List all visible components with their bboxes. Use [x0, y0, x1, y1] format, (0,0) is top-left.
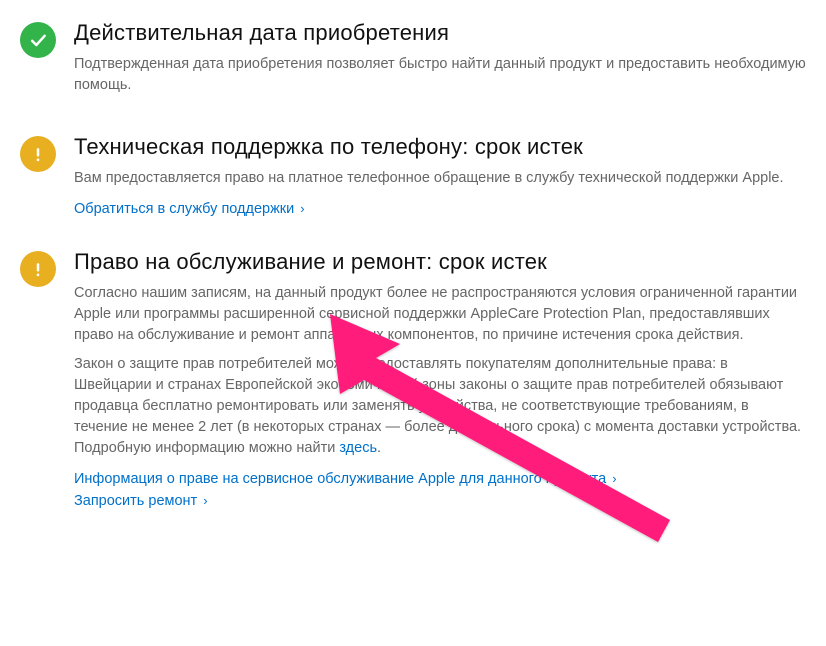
coverage-content: Действительная дата приобретения Подтвер… [74, 20, 806, 104]
checkmark-icon [20, 22, 56, 58]
contact-support-link[interactable]: Обратиться в службу поддержки › [74, 201, 305, 217]
exclamation-icon [20, 251, 56, 287]
coverage-item-phone-support: Техническая поддержка по телефону: срок … [20, 134, 806, 219]
link-text: Информация о праве на сервисное обслужив… [74, 471, 606, 487]
coverage-content: Право на обслуживание и ремонт: срок ист… [74, 249, 806, 511]
coverage-desc-1: Согласно нашим записям, на данный продук… [74, 283, 806, 346]
coverage-desc: Подтвержденная дата приобретения позволя… [74, 54, 806, 96]
coverage-title: Право на обслуживание и ремонт: срок ист… [74, 249, 806, 275]
coverage-desc: Вам предоставляется право на платное тел… [74, 168, 806, 189]
coverage-title: Действительная дата приобретения [74, 20, 806, 46]
coverage-desc-2: Закон о защите прав потребителей может п… [74, 354, 806, 459]
coverage-content: Техническая поддержка по телефону: срок … [74, 134, 806, 219]
chevron-right-icon: › [203, 493, 207, 508]
coverage-info-link[interactable]: Информация о праве на сервисное обслужив… [74, 471, 617, 487]
request-repair-link[interactable]: Запросить ремонт › [74, 493, 208, 509]
chevron-right-icon: › [300, 201, 304, 216]
link-text: Запросить ремонт [74, 493, 197, 509]
coverage-item-service-repair: Право на обслуживание и ремонт: срок ист… [20, 249, 806, 511]
chevron-right-icon: › [612, 471, 616, 486]
link-text: Обратиться в службу поддержки [74, 201, 294, 217]
coverage-item-purchase-date: Действительная дата приобретения Подтвер… [20, 20, 806, 104]
here-link[interactable]: здесь [339, 440, 377, 456]
coverage-title: Техническая поддержка по телефону: срок … [74, 134, 806, 160]
exclamation-icon [20, 136, 56, 172]
